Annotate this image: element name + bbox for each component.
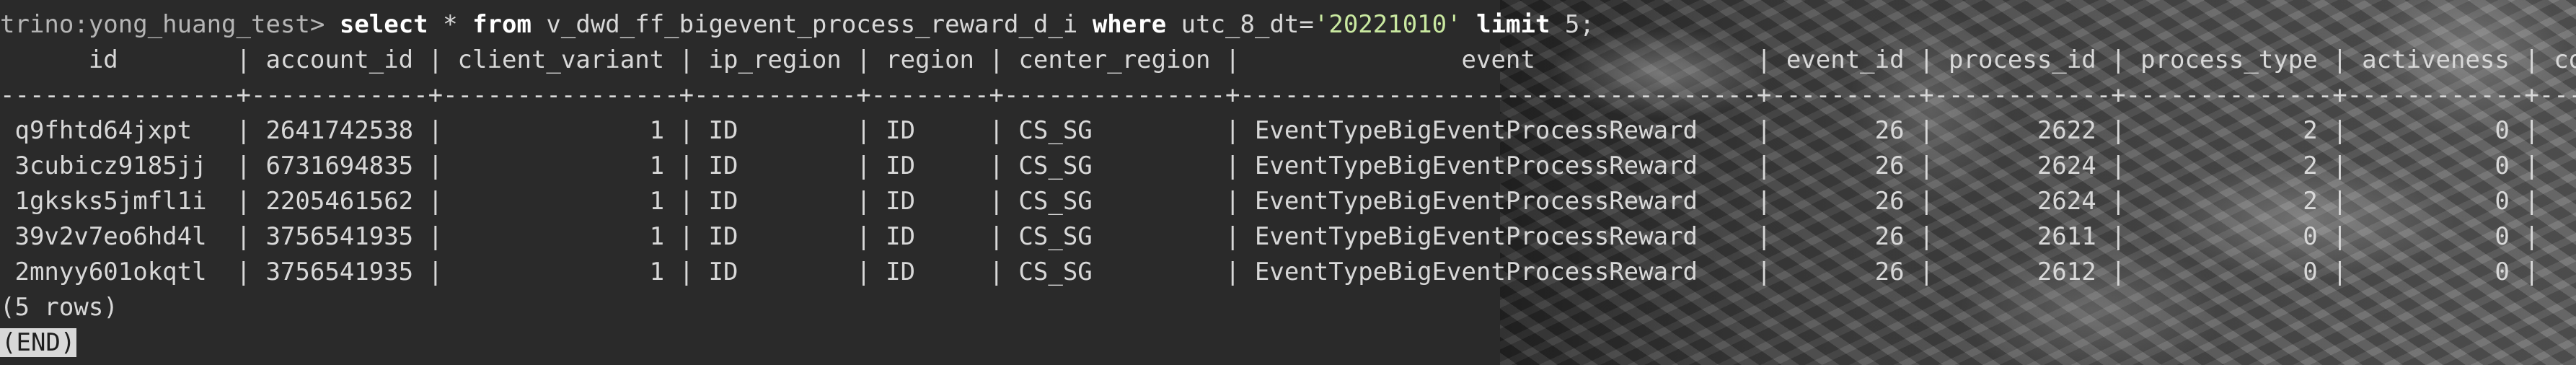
table-row: q9fhtd64jxpt | 2641742538 | 1 | ID | ID … xyxy=(0,116,2576,145)
terminal-window[interactable]: trino:yong_huang_test> select * from v_d… xyxy=(0,0,2576,365)
sql-keyword-select: select xyxy=(339,10,428,39)
pager-end-marker[interactable]: (END) xyxy=(0,328,77,357)
table-row: 39v2v7eo6hd4l | 3756541935 | 1 | ID | ID… xyxy=(0,222,2576,251)
sql-table-name: v_dwd_ff_bigevent_process_reward_d_i xyxy=(531,10,1093,39)
table-row: 3cubicz9185jj | 6731694835 | 1 | ID | ID… xyxy=(0,151,2576,180)
row-count: (5 rows) xyxy=(0,293,118,322)
sql-text: utc_8_dt= xyxy=(1166,10,1314,39)
sql-string-literal: '20221010' xyxy=(1313,10,1462,39)
table-header: id | account_id | client_variant | ip_re… xyxy=(0,45,2576,74)
sql-keyword-from: from xyxy=(472,10,531,39)
command-line: trino:yong_huang_test> select * from v_d… xyxy=(0,7,2576,43)
sql-text: * xyxy=(428,10,473,39)
table-separator: ----------------+------------+----------… xyxy=(0,81,2576,110)
sql-keyword-where: where xyxy=(1092,10,1167,39)
sql-limit-value: 5; xyxy=(1550,10,1594,39)
table-row: 1gksks5jmfl1i | 2205461562 | 1 | ID | ID… xyxy=(0,187,2576,216)
pager-end-line[interactable]: (END) xyxy=(0,325,2576,361)
terminal-output: trino:yong_huang_test> select * from v_d… xyxy=(0,7,2576,361)
table-row: 2mnyy601okqtl | 3756541935 | 1 | ID | ID… xyxy=(0,258,2576,286)
shell-prompt: trino:yong_huang_test> xyxy=(0,10,340,39)
sql-keyword-limit: limit xyxy=(1476,10,1551,39)
